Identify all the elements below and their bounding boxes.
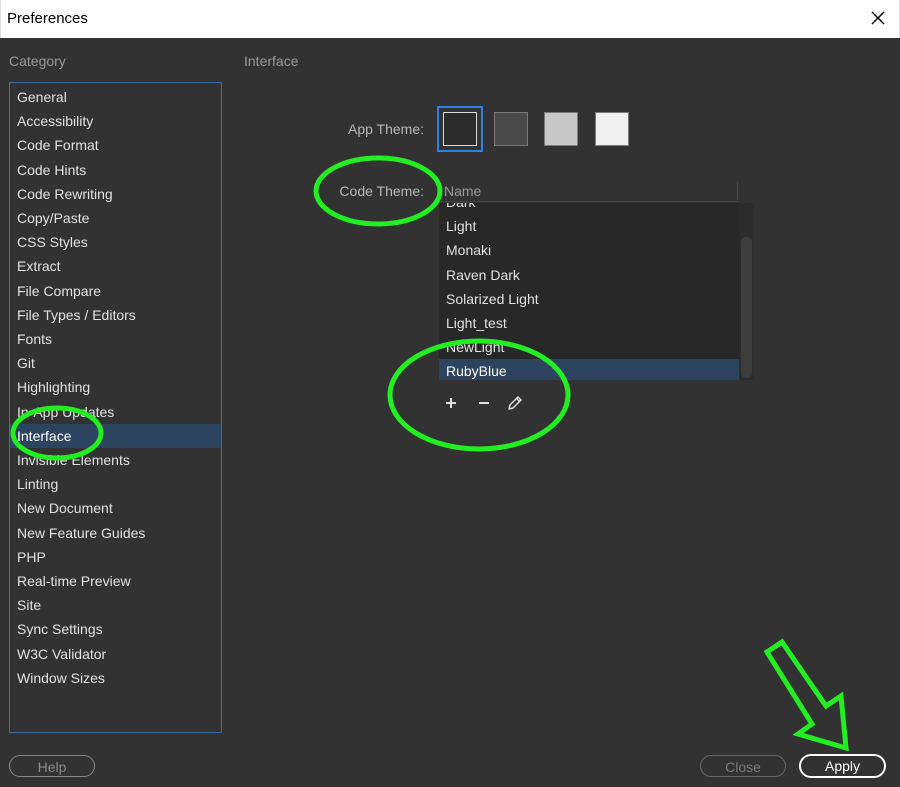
category-item-file-compare[interactable]: File Compare [10,279,221,303]
edit-theme-button[interactable] [504,392,526,414]
code-theme-table: Name DarkLightMonakiRaven DarkSolarized … [439,180,754,380]
code-theme-column-header[interactable]: Name [439,180,739,202]
close-icon[interactable] [869,9,887,27]
minus-icon [479,402,489,404]
close-button[interactable]: Close [700,755,786,777]
category-item-new-feature-guides[interactable]: New Feature Guides [10,521,221,545]
scrollbar-thumb[interactable] [741,237,752,378]
code-theme-row-dark[interactable]: Dark [439,203,739,214]
code-theme-row-monaki[interactable]: Monaki [439,238,739,262]
app-theme-swatch-2[interactable] [494,112,528,146]
category-item-sync-settings[interactable]: Sync Settings [10,617,221,641]
code-theme-scrollbar[interactable] [739,203,754,380]
title-bar: Preferences [0,0,900,38]
apply-button[interactable]: Apply [799,754,886,778]
category-item-linting[interactable]: Linting [10,472,221,496]
add-theme-button[interactable] [440,392,462,414]
window-title: Preferences [7,10,88,27]
code-theme-row-light[interactable]: Light [439,214,739,238]
app-theme-swatch-1[interactable] [443,112,477,146]
category-item-git[interactable]: Git [10,351,221,375]
code-theme-row-raven-dark[interactable]: Raven Dark [439,263,739,287]
plus-icon [446,398,456,408]
category-item-highlighting[interactable]: Highlighting [10,375,221,399]
category-item-code-hints[interactable]: Code Hints [10,158,221,182]
category-list[interactable]: General Accessibility Code Format Code Hint… [9,82,222,733]
category-item-file-types-editors[interactable]: File Types / Editors [10,303,221,327]
code-theme-row-rubyblue[interactable]: RubyBlue [439,359,739,380]
annotation-arrow-apply [763,638,849,752]
category-item-w3c-validator[interactable]: W3C Validator [10,642,221,666]
category-item-css-styles[interactable]: CSS Styles [10,230,221,254]
code-theme-row-solarized-light[interactable]: Solarized Light [439,287,739,311]
help-button[interactable]: Help [9,755,95,777]
code-theme-row-newlight[interactable]: NewLight [439,335,739,359]
app-theme-swatch-4[interactable] [595,112,629,146]
category-item-code-rewriting[interactable]: Code Rewriting [10,182,221,206]
category-item-invisible-elements[interactable]: Invisible Elements [10,448,221,472]
preferences-dialog: Preferences Category Interface General Ac… [0,0,900,787]
category-item-in-app-updates[interactable]: In-App Updates [10,400,221,424]
category-item-fonts[interactable]: Fonts [10,327,221,351]
category-item-accessibility[interactable]: Accessibility [10,109,221,133]
category-item-copy-paste[interactable]: Copy/Paste [10,206,221,230]
app-theme-swatch-3[interactable] [544,112,578,146]
code-theme-row-light-test[interactable]: Light_test [439,311,739,335]
column-separator [737,182,738,200]
code-theme-list[interactable]: DarkLightMonakiRaven DarkSolarized Light… [439,203,739,380]
category-heading: Category [9,53,66,69]
remove-theme-button[interactable] [473,392,495,414]
pencil-icon [508,396,522,410]
category-item-extract[interactable]: Extract [10,254,221,278]
category-item-php[interactable]: PHP [10,545,221,569]
category-item-site[interactable]: Site [10,593,221,617]
category-item-window-sizes[interactable]: Window Sizes [10,666,221,690]
panel-heading: Interface [244,53,299,69]
category-item-interface[interactable]: Interface [10,423,221,448]
category-item-real-time-preview[interactable]: Real-time Preview [10,569,221,593]
category-item-code-format[interactable]: Code Format [10,133,221,157]
app-theme-label: App Theme: [347,121,424,137]
category-item-general[interactable]: General [10,85,221,109]
code-theme-label: Code Theme: [339,183,424,199]
category-item-new-document[interactable]: New Document [10,496,221,520]
